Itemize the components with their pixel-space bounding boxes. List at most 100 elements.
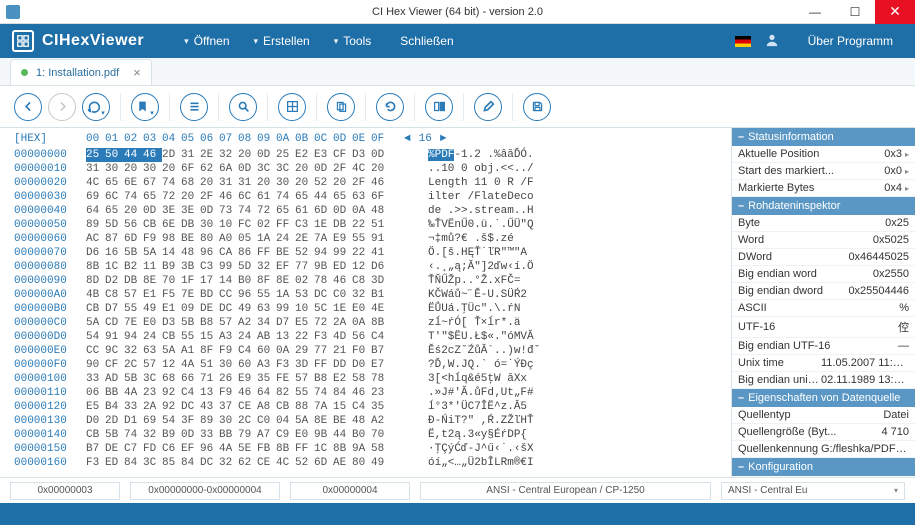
hex-byte[interactable]: 4A <box>181 358 200 372</box>
hex-byte[interactable]: E9 <box>333 232 352 246</box>
hex-byte[interactable]: 65 <box>333 190 352 204</box>
hex-byte[interactable]: 3E <box>162 204 181 218</box>
hex-byte[interactable]: 3F <box>181 414 200 428</box>
hex-row[interactable]: 00000150B7DEC7FDC6EF964A5EFB8BFF1C8B9A58… <box>14 442 731 456</box>
hex-byte[interactable]: D0 <box>86 414 105 428</box>
hex-byte[interactable]: 9A <box>352 442 371 456</box>
hex-byte[interactable]: 51 <box>200 358 219 372</box>
hex-byte[interactable]: 0D <box>238 162 257 176</box>
hex-ascii[interactable]: Ë,t2ą.3«y§ÉŕDP{ <box>428 428 527 442</box>
hex-byte[interactable]: F0 <box>352 344 371 358</box>
hex-byte[interactable]: 31 <box>238 176 257 190</box>
sidebar-row[interactable]: TextkodierungANSI - Central Eu▸ <box>732 476 915 477</box>
hex-byte[interactable]: 30 <box>219 358 238 372</box>
hex-row[interactable]: 00000160F3ED843C8584DC3262CE4C526DAE8049… <box>14 456 731 470</box>
hex-byte[interactable]: 74 <box>276 190 295 204</box>
hex-byte[interactable]: DD <box>333 358 352 372</box>
hex-byte[interactable]: 31 <box>181 148 200 162</box>
hex-byte[interactable]: 92 <box>162 386 181 400</box>
hex-byte[interactable]: 49 <box>371 456 390 470</box>
hex-byte[interactable]: 16 <box>105 246 124 260</box>
hex-byte[interactable]: 11 <box>143 260 162 274</box>
hex-byte[interactable]: 0D <box>181 428 200 442</box>
window-close-button[interactable]: ✕ <box>875 0 915 24</box>
hex-byte[interactable]: 26 <box>219 372 238 386</box>
hex-byte[interactable]: 8E <box>276 274 295 288</box>
hex-byte[interactable]: 14 <box>162 246 181 260</box>
status-encoding-picker[interactable]: ANSI - Central Eu▾ <box>721 482 905 500</box>
hex-byte[interactable]: 3D <box>295 358 314 372</box>
hex-byte[interactable]: 30 <box>143 162 162 176</box>
bookmark-button[interactable]: ▾ <box>131 93 159 121</box>
hex-byte[interactable]: C3 <box>295 218 314 232</box>
hex-byte[interactable]: 61 <box>257 190 276 204</box>
hex-byte[interactable]: 4A <box>219 442 238 456</box>
hex-byte[interactable]: B0 <box>238 274 257 288</box>
hex-view[interactable]: [HEX] 000102030405060708090A0B0C0D0E0F ◄… <box>0 128 731 477</box>
hex-byte[interactable]: D3 <box>162 316 181 330</box>
hex-byte[interactable]: 57 <box>143 358 162 372</box>
hex-byte[interactable]: F3 <box>314 330 333 344</box>
hex-byte[interactable]: 5A <box>143 246 162 260</box>
hex-byte[interactable]: D7 <box>276 316 295 330</box>
hex-byte[interactable]: D2 <box>105 274 124 288</box>
hex-ascii[interactable]: Ěś2cZˇŹůĂ`..)w!đˇ <box>428 344 540 358</box>
hex-byte[interactable]: A0 <box>219 232 238 246</box>
hex-byte[interactable]: 24 <box>238 330 257 344</box>
hex-byte[interactable]: 1A <box>257 232 276 246</box>
hex-byte[interactable]: FB <box>257 442 276 456</box>
hex-byte[interactable]: 24 <box>143 330 162 344</box>
hex-byte[interactable]: 0D <box>314 162 333 176</box>
hex-byte[interactable]: 0D <box>143 204 162 218</box>
hex-byte[interactable]: 54 <box>162 414 181 428</box>
hex-byte[interactable]: 74 <box>238 204 257 218</box>
hex-byte[interactable]: CC <box>219 288 238 302</box>
hex-row[interactable]: 0000010033AD5B3C68667126E935FE57B8E25878… <box>14 372 731 386</box>
hex-byte[interactable]: 74 <box>314 386 333 400</box>
hex-byte[interactable]: 2C <box>238 414 257 428</box>
hex-byte[interactable]: 46 <box>219 190 238 204</box>
hex-byte[interactable]: 13 <box>276 330 295 344</box>
hex-byte[interactable]: 8B <box>371 316 390 330</box>
hex-row[interactable]: 000000B0CBD75549E109DEDC496399105C1EE04E… <box>14 302 731 316</box>
hex-byte[interactable]: 2F <box>333 162 352 176</box>
edit-button[interactable] <box>474 93 502 121</box>
hex-nav-next-icon[interactable]: ► <box>440 132 447 146</box>
hex-byte[interactable]: CD <box>105 316 124 330</box>
hex-byte[interactable]: D3 <box>352 148 371 162</box>
hex-byte[interactable]: 29 <box>295 344 314 358</box>
hex-byte[interactable]: 20 <box>181 190 200 204</box>
hex-byte[interactable]: ED <box>333 260 352 274</box>
hex-byte[interactable]: 43 <box>200 400 219 414</box>
hex-byte[interactable]: 56 <box>124 218 143 232</box>
hex-ascii[interactable]: ?Ď,W.JQ.` ó=˙ÝĐç <box>428 358 534 372</box>
hex-byte[interactable]: 23 <box>143 386 162 400</box>
list-button[interactable] <box>180 93 208 121</box>
hex-row[interactable]: 000000E0CC9C32635AA18FF9C4600A297721F0B7… <box>14 344 731 358</box>
hex-row[interactable]: 00000120E5B4332A92DC4337CEA8CB887A15C435… <box>14 400 731 414</box>
hex-byte[interactable]: B1 <box>371 288 390 302</box>
hex-byte[interactable]: 6C <box>105 190 124 204</box>
hex-byte[interactable]: 55 <box>124 302 143 316</box>
hex-byte[interactable]: 9B <box>314 428 333 442</box>
hex-byte[interactable]: 2E <box>200 148 219 162</box>
hex-byte[interactable]: 30 <box>219 414 238 428</box>
hex-byte[interactable]: 96 <box>200 442 219 456</box>
hex-byte[interactable]: 2C <box>124 358 143 372</box>
hex-byte[interactable]: 10 <box>295 302 314 316</box>
hex-byte[interactable]: 46 <box>143 148 162 162</box>
hex-ascii[interactable]: de .>>.stream..H <box>428 204 534 218</box>
hex-byte[interactable]: FF <box>276 218 295 232</box>
hex-byte[interactable]: 62 <box>238 456 257 470</box>
hex-row[interactable]: 000000406465200D3E3E0D73747265616D0D0A48… <box>14 204 731 218</box>
hex-byte[interactable]: 3C <box>143 456 162 470</box>
hex-byte[interactable]: 44 <box>314 190 333 204</box>
hex-byte[interactable]: 46 <box>371 176 390 190</box>
hex-byte[interactable]: B0 <box>352 428 371 442</box>
hex-byte[interactable]: 70 <box>162 274 181 288</box>
hex-byte[interactable]: DC <box>181 400 200 414</box>
hex-byte[interactable]: BB <box>105 386 124 400</box>
hex-byte[interactable]: 44 <box>333 428 352 442</box>
hex-ascii[interactable]: ËŮUá.ŢÜc".\.ŕN <box>428 302 520 316</box>
hex-byte[interactable]: 33 <box>86 372 105 386</box>
